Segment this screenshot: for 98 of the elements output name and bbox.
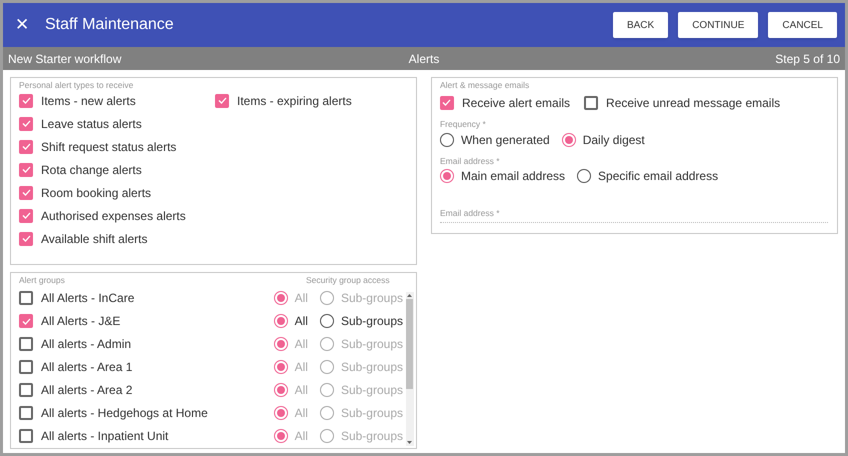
scroll-down-icon[interactable]: [407, 441, 412, 444]
check-icon: [22, 235, 30, 242]
radio-label: All: [294, 359, 308, 376]
checkbox-label: Shift request status alerts: [41, 138, 176, 156]
checkbox-label: Receive alert emails: [462, 94, 570, 112]
radio-label: Sub-groups: [340, 382, 403, 400]
checkbox-label: Receive unread message emails: [606, 94, 780, 112]
radio-button[interactable]: [274, 406, 288, 420]
checkbox-label: Items - new alerts: [41, 92, 136, 110]
checkbox[interactable]: [19, 383, 33, 398]
close-icon[interactable]: ✕: [15, 12, 29, 38]
checkbox-label: All alerts - Inpatient Unit: [41, 428, 168, 446]
radio-label: Sub-groups: [340, 359, 403, 376]
radio-button[interactable]: [440, 132, 454, 146]
radio-label: Sub-groups: [340, 313, 403, 330]
radio-label: All: [294, 290, 308, 308]
check-icon: [22, 143, 30, 150]
checkbox-label: All Alerts - J&E: [41, 313, 120, 330]
radio-button[interactable]: [320, 406, 334, 420]
checkbox-label: Available shift alerts: [41, 230, 148, 248]
checkbox[interactable]: [440, 96, 454, 110]
checkbox-label: All alerts - Admin: [41, 336, 132, 354]
step-counter: Step 5 of 10: [774, 50, 840, 68]
check-icon: [22, 120, 30, 128]
radio-label: All: [294, 313, 308, 330]
checkbox-label: All alerts - Area 1: [41, 359, 132, 376]
check-icon: [22, 189, 30, 196]
check-icon: [442, 99, 452, 106]
checkbox-label: Authorised expenses alerts: [41, 208, 186, 225]
checkbox-label: Items - expiring alerts: [237, 92, 352, 110]
radio-button[interactable]: [274, 429, 288, 444]
radio-label: Sub-groups: [340, 428, 403, 446]
panel-legend: Personal alert types to receive: [19, 79, 408, 92]
checkbox-label: Rota change alerts: [41, 162, 142, 179]
header-button[interactable]: CONTINUE: [678, 12, 758, 38]
radio-label: Sub-groups: [340, 405, 403, 422]
radio-button[interactable]: [320, 337, 334, 352]
radio-label: Specific email address: [598, 168, 718, 186]
check-icon: [22, 212, 30, 220]
checkbox[interactable]: [19, 406, 33, 420]
radio-label: Main email address: [460, 168, 566, 186]
radio-button[interactable]: [562, 132, 576, 146]
header-button[interactable]: CANCEL: [768, 12, 837, 38]
checkbox-label: Room booking alerts: [41, 184, 152, 202]
panel-legend: Alert & message emails: [440, 79, 829, 92]
radio-button[interactable]: [320, 429, 334, 444]
checkbox[interactable]: [19, 360, 33, 374]
checkbox[interactable]: [584, 96, 598, 110]
radio-button[interactable]: [320, 383, 334, 398]
field-label: Email address *: [440, 154, 501, 168]
field-label: Frequency *: [440, 118, 487, 130]
radio-button[interactable]: [577, 169, 592, 184]
radio-button[interactable]: [274, 314, 288, 328]
radio-button[interactable]: [440, 169, 454, 184]
radio-label: All: [294, 336, 308, 354]
checkbox-label: Leave status alerts: [41, 116, 142, 133]
radio-label: Sub-groups: [340, 290, 403, 308]
radio-label: All: [294, 382, 308, 400]
radio-label: Sub-groups: [340, 336, 403, 354]
check-icon: [22, 318, 30, 325]
scrollbar[interactable]: [406, 292, 414, 446]
radio-button[interactable]: [320, 314, 334, 328]
checkbox[interactable]: [215, 94, 229, 108]
column-legend: Security group access: [306, 274, 390, 287]
checkbox-label: All Alerts - InCare: [41, 290, 134, 308]
header-button[interactable]: BACK: [612, 12, 668, 38]
checkbox[interactable]: [19, 314, 33, 328]
checkbox-label: All alerts - Area 2: [41, 382, 132, 400]
checkbox[interactable]: [19, 162, 33, 177]
email-address-field[interactable]: Email address *: [440, 207, 828, 223]
radio-label: When generated: [460, 132, 550, 148]
check-icon: [22, 166, 30, 174]
radio-button[interactable]: [274, 337, 288, 352]
radio-label: Daily digest: [582, 132, 645, 148]
radio-button[interactable]: [274, 360, 288, 374]
checkbox[interactable]: [19, 291, 33, 306]
radio-label: All: [294, 405, 308, 422]
checkbox[interactable]: [19, 337, 33, 352]
checkbox[interactable]: [19, 429, 33, 444]
window-title: Staff Maintenance: [45, 15, 175, 35]
radio-button[interactable]: [274, 383, 288, 398]
checkbox[interactable]: [19, 140, 33, 154]
radio-label: All: [294, 428, 308, 446]
step-title: Alerts: [408, 50, 440, 68]
checkbox[interactable]: [19, 94, 33, 108]
radio-button[interactable]: [320, 291, 334, 306]
checkbox[interactable]: [19, 208, 33, 223]
checkbox-label: All alerts - Hedgehogs at Home: [41, 405, 208, 422]
radio-button[interactable]: [274, 291, 288, 306]
checkbox[interactable]: [19, 186, 33, 200]
checkbox[interactable]: [19, 232, 33, 246]
check-icon: [22, 97, 30, 104]
panel-legend: Alert groups: [19, 274, 306, 287]
checkbox[interactable]: [19, 116, 33, 131]
workflow-name: New Starter workflow: [8, 50, 122, 68]
scroll-up-icon[interactable]: [407, 294, 412, 297]
radio-button[interactable]: [320, 360, 334, 374]
check-icon: [218, 97, 226, 104]
